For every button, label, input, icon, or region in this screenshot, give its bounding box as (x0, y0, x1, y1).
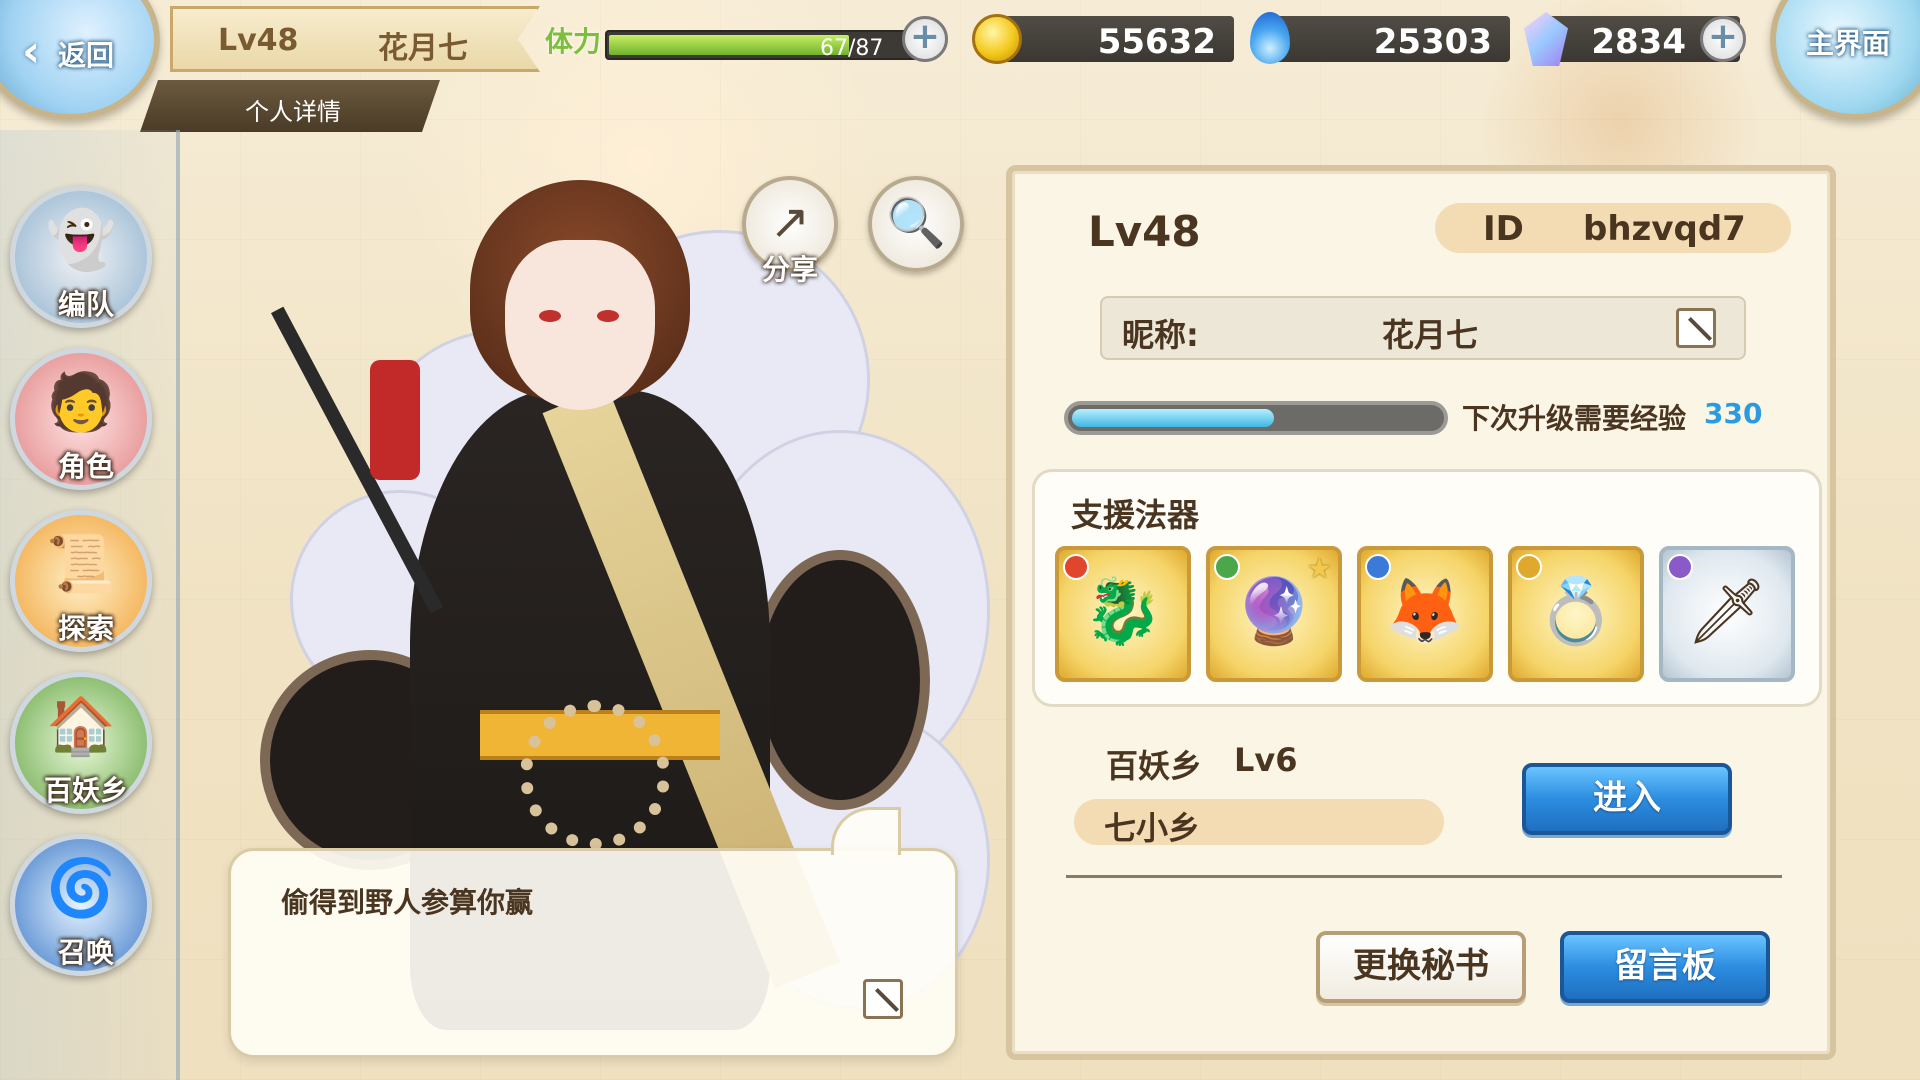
magnifier-icon: 🔍 (886, 195, 946, 251)
exp-value: 330 (1704, 397, 1763, 430)
character-icon: 🧑 (46, 370, 116, 435)
nav-item-village[interactable]: 🏠 百妖乡 (10, 672, 152, 814)
page-subtitle-tag: 个人详情 (140, 80, 440, 132)
share-icon: ↗ (769, 194, 811, 250)
edit-nickname-icon[interactable] (1676, 308, 1716, 348)
player-id-pill: ID bhzvqd7 (1435, 203, 1791, 253)
enter-village-button[interactable]: 进入 (1522, 763, 1732, 835)
page-subtitle: 个人详情 (245, 98, 341, 126)
stamina-bar: 体力 67/87 (545, 16, 945, 66)
nav-item-team[interactable]: 👻 编队 (10, 186, 152, 328)
stamina-label: 体力 (545, 25, 602, 58)
support-artifacts-box: 支援法器 🐉 ★ 🔮 🦊 💍 🗡 (1032, 469, 1822, 707)
back-arrow-icon: ‹ (22, 26, 41, 77)
add-stamina-button[interactable]: + (902, 16, 948, 62)
message-board-button[interactable]: 留言板 (1560, 931, 1770, 1003)
stamina-fill (609, 35, 849, 55)
gold-value: 55632 (1097, 22, 1216, 62)
summon-icon: 🌀 (46, 856, 116, 921)
nav-item-character[interactable]: 🧑 角色 (10, 348, 152, 490)
soul-fire-counter: 25303 (1266, 16, 1510, 62)
scroll-icon: 📜 (46, 532, 116, 597)
add-crystal-button[interactable]: + (1700, 16, 1746, 62)
player-banner: Lv48 花月七 (170, 6, 540, 72)
crystal-value: 2834 (1591, 22, 1686, 62)
nickname-row: 昵称: 花月七 (1100, 296, 1746, 360)
blue-fox-mask-icon: 🦊 (1385, 575, 1465, 649)
artifact-slot[interactable]: 🐉 (1055, 546, 1191, 682)
back-label: 返回 (58, 39, 115, 72)
exp-fill (1072, 409, 1274, 427)
village-name: 七小乡 (1104, 809, 1201, 847)
zoom-button[interactable]: 🔍 (868, 176, 964, 272)
artifact-slot[interactable]: 🦊 (1357, 546, 1493, 682)
character-eye (539, 310, 561, 322)
red-dragon-scroll-icon: 🐉 (1083, 575, 1163, 649)
staff-tassel (370, 360, 420, 480)
top-bar: ‹ 返回 Lv48 花月七 个人详情 体力 67/87 + 55632 2530… (0, 0, 1920, 132)
soul-fire-value: 25303 (1373, 22, 1492, 62)
artifact-slot[interactable]: ★ 🔮 (1206, 546, 1342, 682)
crystal-ring-icon: 💍 (1536, 575, 1616, 649)
stamina-value: 67/87 (820, 36, 884, 61)
home-label: 主界面 (1806, 27, 1891, 60)
nav-label-explore: 探索 (57, 612, 114, 645)
share-label: 分享 (761, 253, 818, 286)
nav-label-village: 百妖乡 (43, 774, 128, 807)
artifact-slot[interactable]: 🗡 (1659, 546, 1795, 682)
left-nav: 👻 编队 🧑 角色 📜 探索 🏠 百妖乡 🌀 召唤 (0, 130, 180, 1080)
nav-item-summon[interactable]: 🌀 召唤 (10, 834, 152, 976)
section-divider (1066, 875, 1782, 878)
exp-bar (1064, 401, 1448, 435)
player-id-value: bhzvqd7 (1583, 209, 1746, 249)
village-level: Lv6 (1234, 741, 1298, 779)
profile-panel: Lv48 ID bhzvqd7 昵称: 花月七 下次升级需要经验 330 支援法… (1006, 165, 1836, 1060)
character-sleeve (750, 550, 930, 810)
support-artifacts-title: 支援法器 (1071, 496, 1200, 534)
nav-label-character: 角色 (57, 450, 114, 483)
edit-speech-icon[interactable] (863, 979, 903, 1019)
nickname-value: 花月七 (1382, 316, 1479, 354)
artifact-slot[interactable]: 💍 (1508, 546, 1644, 682)
character-eye (597, 310, 619, 322)
house-icon: 🏠 (46, 694, 116, 759)
share-button[interactable]: ↗ 分享 (742, 176, 838, 286)
player-name: 花月七 (378, 31, 468, 66)
ghost-icon: 👻 (46, 208, 116, 273)
nav-label-team: 编队 (57, 288, 114, 321)
exp-label: 下次升级需要经验 (1462, 402, 1687, 435)
character-face (505, 240, 655, 410)
nickname-label: 昵称: (1122, 316, 1199, 354)
player-level: Lv48 (218, 23, 299, 58)
speech-bubble: 偷得到野人参算你赢 (228, 807, 958, 1058)
nav-label-summon: 召唤 (57, 936, 114, 969)
gold-counter: 55632 (990, 16, 1234, 62)
profile-level: Lv48 (1088, 207, 1201, 256)
nav-item-explore[interactable]: 📜 探索 (10, 510, 152, 652)
red-staff-icon: 🗡 (1686, 575, 1768, 649)
village-title: 百妖乡 (1106, 747, 1203, 785)
green-orb-ring-icon: 🔮 (1234, 575, 1314, 649)
village-name-pill: 七小乡 (1074, 799, 1444, 847)
speech-text: 偷得到野人参算你赢 (281, 886, 534, 919)
gold-coin-icon (972, 14, 1022, 64)
player-id-label: ID (1483, 209, 1524, 249)
character-rope (520, 700, 670, 850)
change-secretary-button[interactable]: 更换秘书 (1316, 931, 1526, 1003)
